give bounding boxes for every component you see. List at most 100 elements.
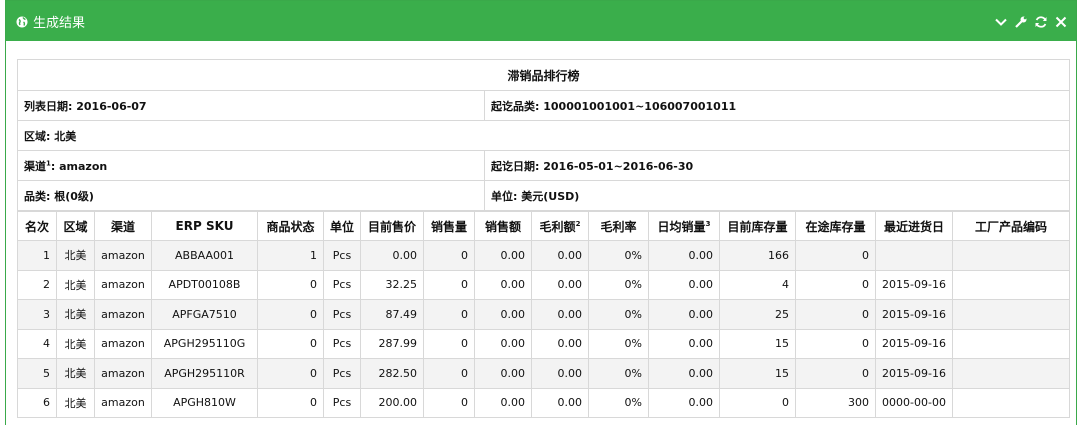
table-row[interactable]: 1 北美 amazon ABBAA001 1 Pcs 0.00 0 0.00 0.00 0% 0.00… xyxy=(17,240,1070,271)
col-factory[interactable]: 工厂产品编码 xyxy=(952,211,1070,241)
cell-price: 87.49 xyxy=(360,299,424,330)
wrench-icon[interactable] xyxy=(1014,15,1028,29)
cell-region: 北美 xyxy=(56,358,95,389)
cell-stock: 25 xyxy=(719,299,796,330)
col-sku[interactable]: ERP SKU xyxy=(151,211,258,241)
cell-amount: 0.00 xyxy=(474,358,532,389)
cell-price: 282.50 xyxy=(360,358,424,389)
cell-region: 北美 xyxy=(56,387,95,418)
col-amount[interactable]: 销售额 xyxy=(474,211,532,241)
cell-unit: Pcs xyxy=(323,358,361,389)
cell-rank: 5 xyxy=(17,358,57,389)
table-row[interactable]: 3 北美 amazon APFGA7510 0 Pcs 87.49 0 0.00 0.00 0% 0.… xyxy=(17,299,1070,330)
close-icon[interactable] xyxy=(1054,15,1068,29)
cell-daily: 0.00 xyxy=(648,328,720,359)
col-daily-label: 日均销量 xyxy=(657,219,706,234)
cell-amount: 0.00 xyxy=(474,328,532,359)
cell-unit: Pcs xyxy=(323,299,361,330)
col-channel[interactable]: 渠道 xyxy=(94,211,152,241)
cell-rank: 2 xyxy=(17,269,57,300)
cell-transit: 0 xyxy=(795,328,876,359)
cell-unit: Pcs xyxy=(323,328,361,359)
cell-sku: APDT00108B xyxy=(151,269,258,300)
table-row[interactable]: 5 北美 amazon APGH295110R 0 Pcs 282.50 0 0.00 0.00 0… xyxy=(17,358,1070,389)
cell-qty: 0 xyxy=(423,299,475,330)
cell-transit: 300 xyxy=(795,387,876,418)
cell-last-in: 0000-00-00 xyxy=(875,387,953,418)
cell-region: 北美 xyxy=(56,240,95,271)
cell-unit: Pcs xyxy=(323,387,361,418)
cell-transit: 0 xyxy=(795,299,876,330)
result-panel: 生成结果 滞销品排行榜 列表日期: 2016-06-07 起讫品类: 10000… xyxy=(5,0,1077,425)
col-price[interactable]: 目前售价 xyxy=(360,211,424,241)
cell-profit: 0.00 xyxy=(531,269,589,300)
cell-profit: 0.00 xyxy=(531,358,589,389)
cell-profit: 0.00 xyxy=(531,299,589,330)
table-row[interactable]: 6 北美 amazon APGH810W 0 Pcs 200.00 0 0.00 0.00 0% 0.… xyxy=(17,387,1070,418)
cell-stock: 4 xyxy=(719,269,796,300)
col-margin[interactable]: 毛利率 xyxy=(588,211,649,241)
unit-info: 单位: 美元(USD) xyxy=(483,180,1071,211)
date-range: 起讫日期: 2016-05-01~2016-06-30 xyxy=(483,150,1071,181)
cell-last-in: 2015-09-16 xyxy=(875,328,953,359)
table-row[interactable]: 4 北美 amazon APGH295110G 0 Pcs 287.99 0 0.00 0.00 0… xyxy=(17,328,1070,359)
refresh-icon[interactable] xyxy=(1034,15,1048,29)
cell-amount: 0.00 xyxy=(474,269,532,300)
cell-daily: 0.00 xyxy=(648,299,720,330)
category-info: 品类: 根(0级) xyxy=(17,180,485,211)
cell-stock: 15 xyxy=(719,328,796,359)
cell-status: 0 xyxy=(257,328,324,359)
channel-value: : amazon xyxy=(50,159,108,173)
cell-price: 32.25 xyxy=(360,269,424,300)
cell-last-in xyxy=(875,240,953,271)
cell-sku: APGH295110R xyxy=(151,358,258,389)
report-title: 滞销品排行榜 xyxy=(16,59,1071,91)
globe-icon xyxy=(16,16,28,28)
col-stock[interactable]: 目前库存量 xyxy=(719,211,796,241)
col-status[interactable]: 商品状态 xyxy=(257,211,324,241)
daily-footnote-mark: 3 xyxy=(705,219,711,228)
cell-qty: 0 xyxy=(423,387,475,418)
col-transit[interactable]: 在途库存量 xyxy=(795,211,876,241)
col-rank[interactable]: 名次 xyxy=(17,211,57,241)
cell-margin: 0% xyxy=(588,269,649,300)
col-region[interactable]: 区域 xyxy=(56,211,95,241)
cell-qty: 0 xyxy=(423,328,475,359)
cell-factory xyxy=(952,387,1070,418)
cell-daily: 0.00 xyxy=(648,269,720,300)
channel-info: 渠道1: amazon xyxy=(17,150,485,181)
cell-unit: Pcs xyxy=(323,240,361,271)
cell-rank: 3 xyxy=(17,299,57,330)
cell-margin: 0% xyxy=(588,240,649,271)
cell-amount: 0.00 xyxy=(474,387,532,418)
cell-margin: 0% xyxy=(588,299,649,330)
col-qty[interactable]: 销售量 xyxy=(423,211,475,241)
cell-last-in: 2015-09-16 xyxy=(875,358,953,389)
cell-status: 0 xyxy=(257,299,324,330)
region-info: 区域: 北美 xyxy=(16,120,1071,151)
cell-last-in: 2015-09-16 xyxy=(875,269,953,300)
col-daily[interactable]: 日均销量3 xyxy=(648,211,720,241)
cell-status: 0 xyxy=(257,387,324,418)
collapse-chevron-icon[interactable] xyxy=(994,15,1008,29)
col-last-in[interactable]: 最近进货日 xyxy=(875,211,953,241)
cell-stock: 166 xyxy=(719,240,796,271)
profit-footnote-mark: 2 xyxy=(575,219,581,228)
cell-transit: 0 xyxy=(795,269,876,300)
col-unit[interactable]: 单位 xyxy=(323,211,361,241)
cell-rank: 4 xyxy=(17,328,57,359)
cell-qty: 0 xyxy=(423,269,475,300)
cell-channel: amazon xyxy=(94,240,152,271)
cell-daily: 0.00 xyxy=(648,240,720,271)
cell-sku: APGH810W xyxy=(151,387,258,418)
cell-region: 北美 xyxy=(56,328,95,359)
cell-status: 0 xyxy=(257,358,324,389)
col-profit[interactable]: 毛利额2 xyxy=(531,211,589,241)
list-date: 列表日期: 2016-06-07 xyxy=(17,90,485,121)
cell-price: 287.99 xyxy=(360,328,424,359)
cell-sku: APFGA7510 xyxy=(151,299,258,330)
panel-tools xyxy=(994,15,1068,29)
panel-title-group: 生成结果 xyxy=(16,12,85,31)
table-row[interactable]: 2 北美 amazon APDT00108B 0 Pcs 32.25 0 0.00 0.00 0% 0… xyxy=(17,269,1070,300)
cell-channel: amazon xyxy=(94,358,152,389)
